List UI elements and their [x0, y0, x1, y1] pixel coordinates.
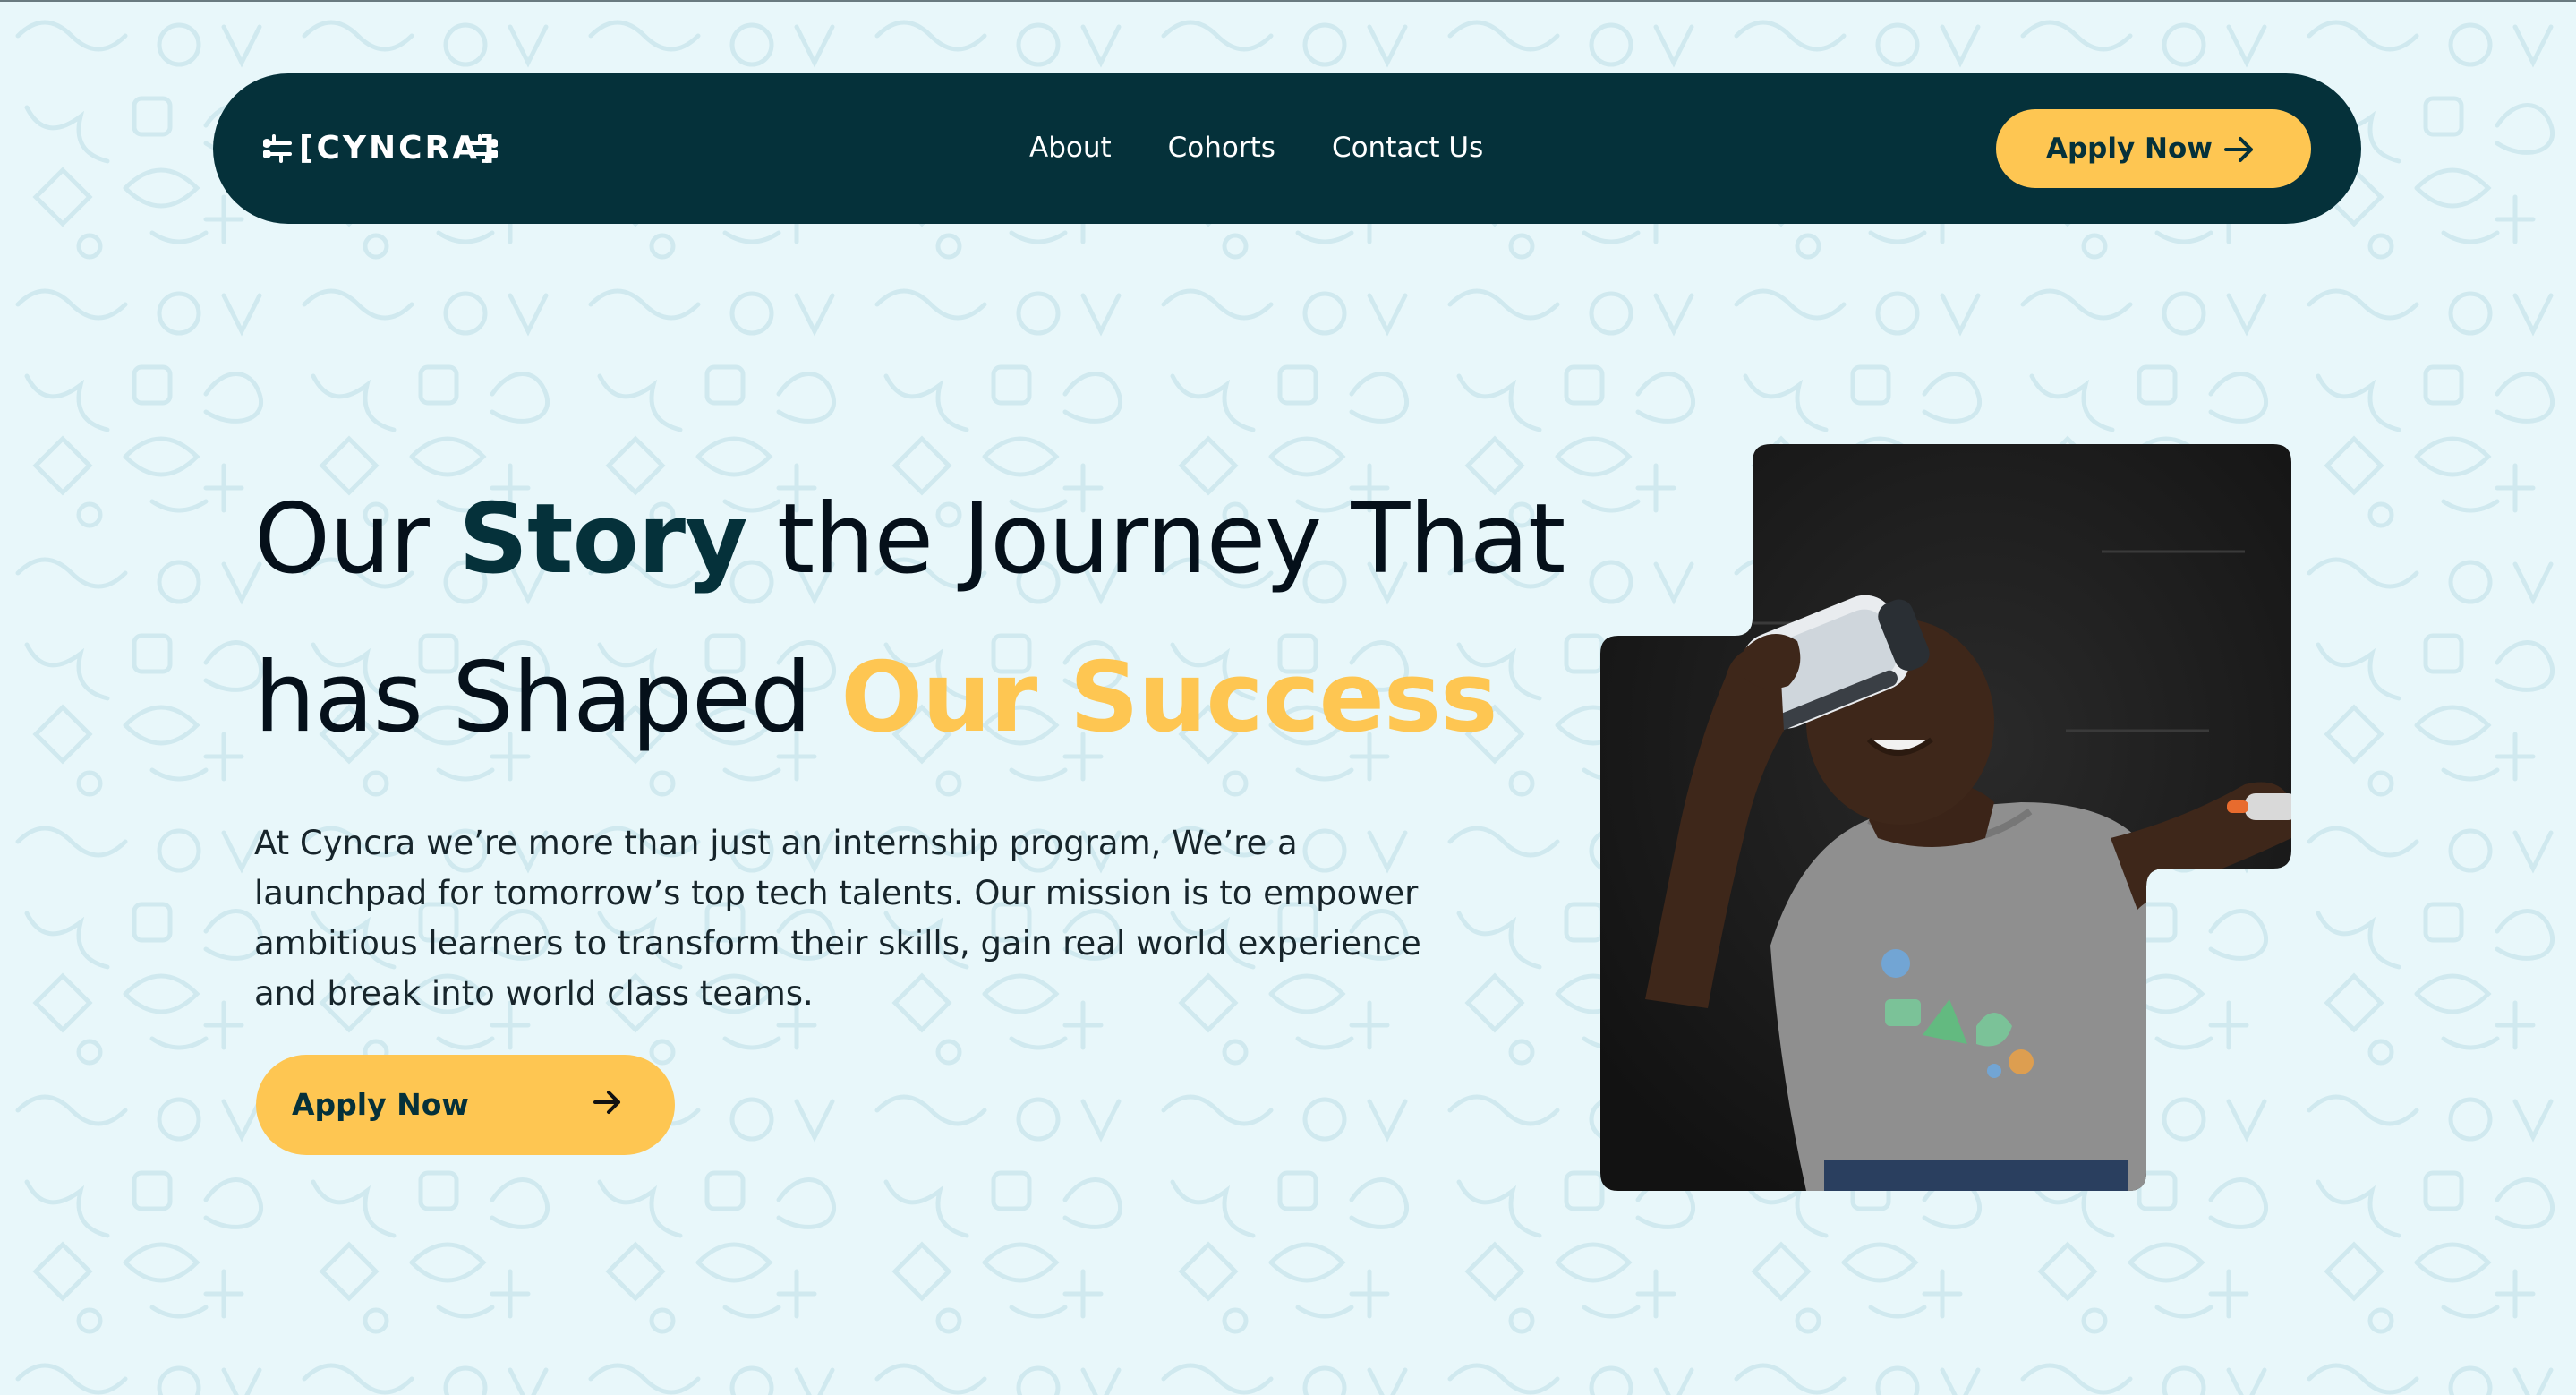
hero-title-part1: Our: [254, 484, 459, 595]
hero-title-highlight-success: Our Success: [840, 642, 1497, 754]
hero-apply-now-label: Apply Now: [292, 1087, 469, 1122]
arrow-right-icon: [2224, 137, 2253, 162]
hero-title: Our Story the Journey That has Shaped Our…: [254, 460, 1565, 777]
nav-link-cohorts[interactable]: Cohorts: [1168, 118, 1275, 177]
navbar: [CYNCRA] About Cohorts Contact Us Apply …: [213, 73, 2361, 224]
nav-apply-now-button[interactable]: Apply Now: [1996, 109, 2311, 188]
hero-apply-now-button[interactable]: Apply Now: [256, 1055, 675, 1155]
top-border: [0, 0, 2576, 2]
hero-title-part2: the Journey That: [746, 484, 1566, 595]
logo[interactable]: [CYNCRA]: [263, 125, 498, 172]
nav-apply-now-label: Apply Now: [2046, 133, 2213, 165]
arrow-right-icon: [593, 1091, 620, 1114]
logo-text: [CYNCRA]: [299, 130, 498, 167]
nav-links: About Cohorts Contact Us: [1029, 118, 1483, 177]
hero-description: At Cyncra we’re more than just an intern…: [254, 824, 1421, 1013]
hero-title-highlight-story: Story: [458, 484, 747, 595]
hero-title-part3: has Shaped: [254, 642, 841, 754]
hero-image-vr-person: [1600, 444, 2291, 1191]
nav-link-contact-us[interactable]: Contact Us: [1332, 118, 1483, 177]
nav-link-about[interactable]: About: [1029, 118, 1112, 177]
